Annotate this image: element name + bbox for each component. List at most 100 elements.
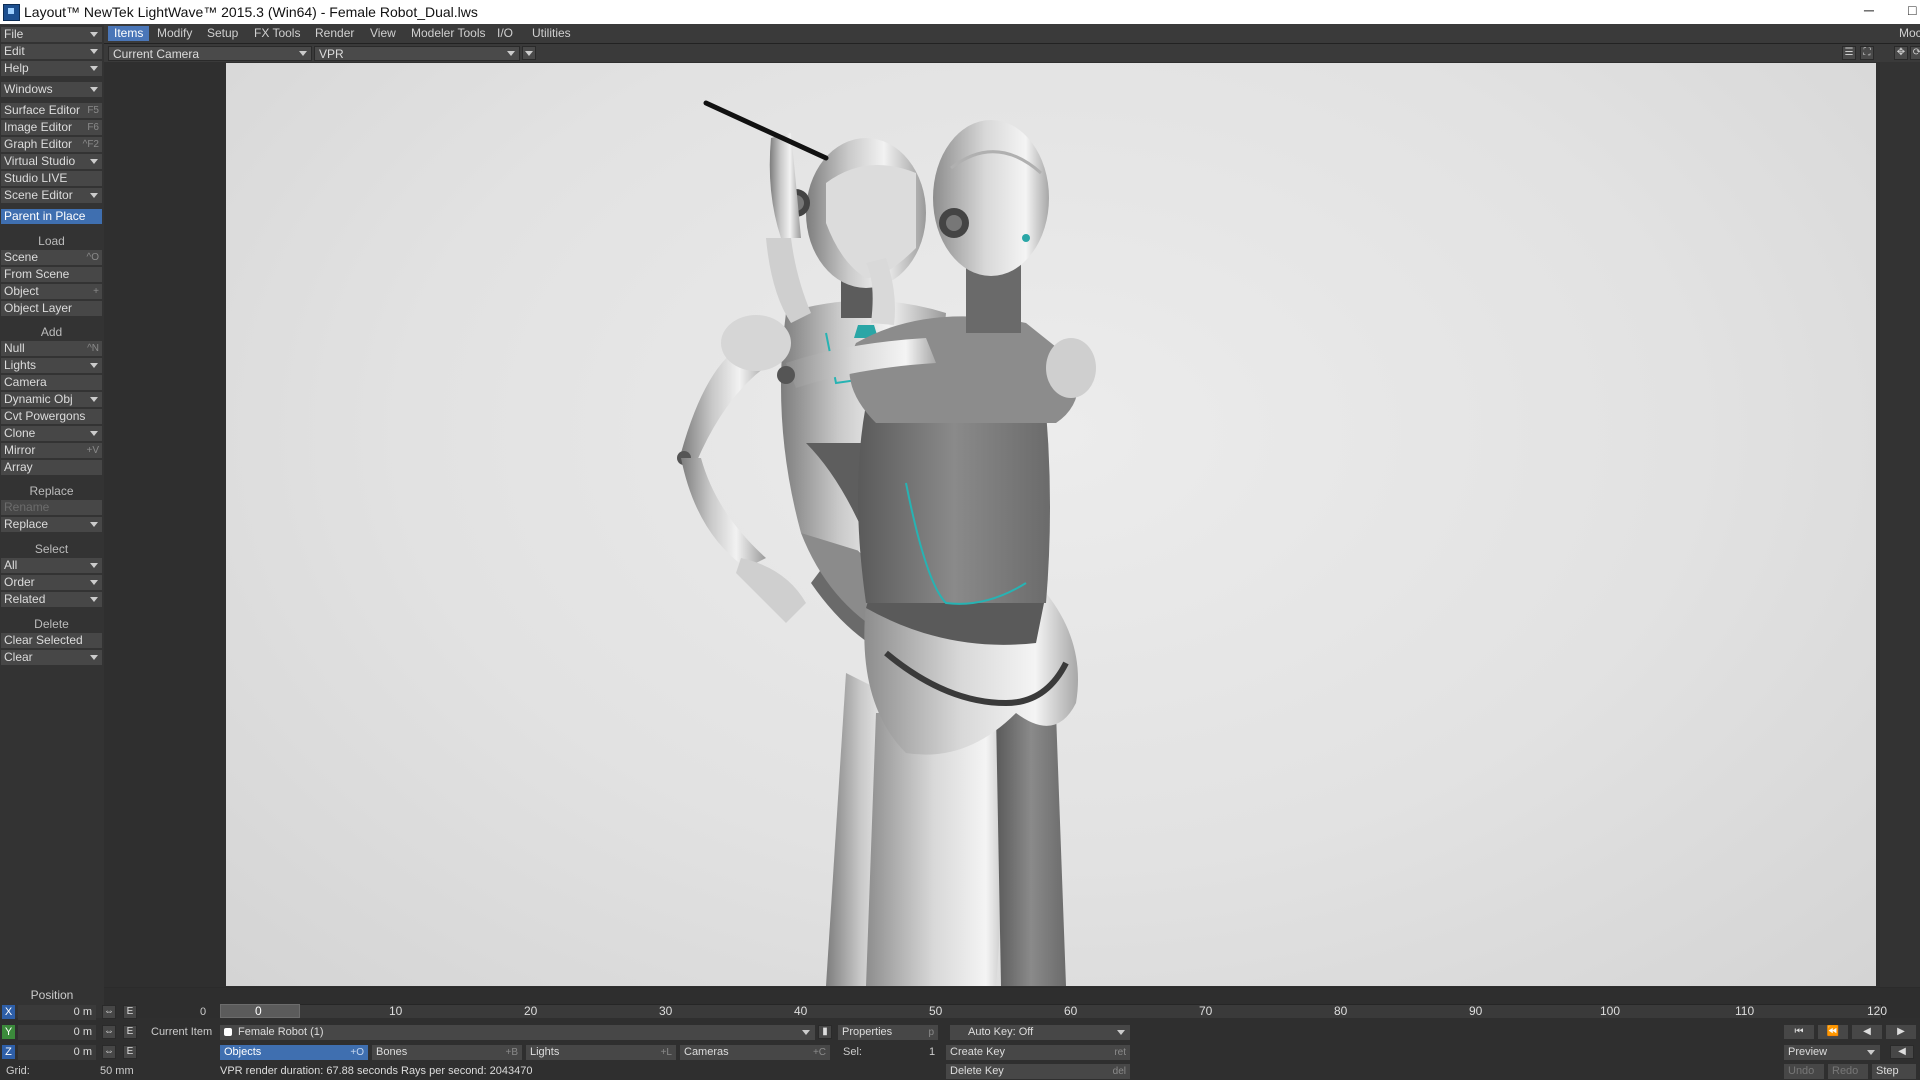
clear-selected-button[interactable]: Clear Selected (1, 633, 102, 648)
add-dynamic-obj-menu[interactable]: Dynamic Obj (1, 392, 102, 407)
scene-editor-menu[interactable]: Scene Editor (1, 188, 102, 203)
parent-in-place-toggle[interactable]: Parent in Place (1, 209, 102, 224)
virtual-studio-label: Virtual Studio (4, 154, 76, 168)
tab-items[interactable]: Items (108, 26, 150, 41)
rename-button[interactable]: Rename (1, 500, 102, 515)
rotate-view-icon[interactable]: ⟳ (1910, 46, 1920, 60)
undo-button[interactable]: Undo (1784, 1064, 1824, 1079)
cameras-mode-button[interactable]: Cameras +C (680, 1045, 830, 1060)
select-order-menu[interactable]: Order (1, 575, 102, 590)
x-axis-label: X (2, 1005, 15, 1019)
surface-editor-button[interactable]: Surface Editor F5 (1, 103, 102, 118)
bones-mode-button[interactable]: Bones +B (372, 1045, 522, 1060)
maximize-viewport-icon[interactable]: ⛶ (1860, 46, 1874, 60)
x-move-icon[interactable]: ⇔ (102, 1005, 116, 1019)
clone-menu[interactable]: Clone (1, 426, 102, 441)
select-all-menu[interactable]: All (1, 558, 102, 573)
clear-label: Clear (4, 650, 33, 664)
go-to-start-icon[interactable]: ⏮ (1784, 1025, 1814, 1039)
z-move-icon[interactable]: ⇔ (102, 1045, 116, 1059)
tab-modeler-switch[interactable]: Moc (1893, 26, 1920, 41)
render-mode-select[interactable]: VPR (314, 46, 520, 61)
create-key-button[interactable]: Create Key ret (946, 1045, 1130, 1060)
x-position-field[interactable]: 0 m (18, 1005, 96, 1020)
delete-key-label: Delete Key (950, 1065, 1004, 1077)
tab-fx-tools[interactable]: FX Tools (248, 26, 306, 41)
create-key-label: Create Key (950, 1046, 1006, 1058)
minimize-button[interactable]: ─ (1864, 2, 1874, 18)
help-menu[interactable]: Help (1, 61, 102, 76)
select-related-menu[interactable]: Related (1, 592, 102, 607)
y-position-field[interactable]: 0 m (18, 1025, 96, 1040)
redo-button[interactable]: Redo (1828, 1064, 1868, 1079)
tab-modeler-tools[interactable]: Modeler Tools (405, 26, 491, 41)
image-editor-button[interactable]: Image Editor F6 (1, 120, 102, 135)
load-object-layer-button[interactable]: Object Layer (1, 301, 102, 316)
related-label: Related (4, 592, 46, 606)
render-viewport[interactable] (226, 63, 1876, 986)
clear-menu[interactable]: Clear (1, 650, 102, 665)
properties-button[interactable]: Properties p (838, 1025, 938, 1040)
chevron-down-icon (90, 87, 98, 92)
maximize-button[interactable]: □ (1908, 2, 1916, 18)
replace-menu[interactable]: Replace (1, 517, 102, 532)
tab-setup[interactable]: Setup (201, 26, 244, 41)
preview-menu[interactable]: Preview (1784, 1045, 1880, 1060)
array-label: Array (4, 460, 33, 474)
array-button[interactable]: Array (1, 460, 102, 475)
objects-mode-button[interactable]: Objects +O (220, 1045, 368, 1060)
studio-live-button[interactable]: Studio LIVE (1, 171, 102, 186)
cvt-powergons-label: Cvt Powergons (4, 409, 86, 423)
play-forward-icon[interactable]: ▶ (1886, 1025, 1916, 1039)
replace-label: Replace (4, 517, 49, 531)
tick-label: 120 (1867, 1004, 1888, 1018)
chevron-down-icon (1117, 1030, 1125, 1035)
tab-utilities[interactable]: Utilities (526, 26, 577, 41)
x-envelope-button[interactable]: E (123, 1005, 137, 1019)
load-from-scene-button[interactable]: From Scene (1, 267, 102, 282)
play-reverse-icon[interactable]: ◀ (1852, 1025, 1882, 1039)
tick-label: 40 (794, 1004, 808, 1018)
load-scene-button[interactable]: Scene ^O (1, 250, 102, 265)
move-view-icon[interactable]: ✥ (1894, 46, 1908, 60)
chevron-down-icon (90, 49, 98, 54)
parent-in-place-label: Parent in Place (4, 209, 86, 223)
list-view-icon[interactable]: ☰ (1842, 46, 1856, 60)
grid-size-value[interactable]: 50 mm (100, 1064, 134, 1079)
add-camera-button[interactable]: Camera (1, 375, 102, 390)
windows-menu[interactable]: Windows (1, 82, 102, 97)
tab-modify[interactable]: Modify (151, 26, 198, 41)
add-lights-menu[interactable]: Lights (1, 358, 102, 373)
chevron-down-icon (90, 193, 98, 198)
y-move-icon[interactable]: ⇔ (102, 1025, 116, 1039)
auto-key-select[interactable]: Auto Key: Off (950, 1025, 1130, 1040)
tab-render[interactable]: Render (309, 26, 360, 41)
file-menu[interactable]: File (1, 27, 102, 42)
edit-menu[interactable]: Edit (1, 44, 102, 59)
item-properties-icon[interactable]: ▮ (818, 1025, 832, 1039)
shortcut-label: +B (505, 1047, 518, 1058)
step-back-icon[interactable]: ⏪ (1818, 1025, 1848, 1039)
lights-mode-button[interactable]: Lights +L (526, 1045, 676, 1060)
graph-editor-button[interactable]: Graph Editor ^F2 (1, 137, 102, 152)
mirror-button[interactable]: Mirror +V (1, 443, 102, 458)
tab-io[interactable]: I/O (491, 26, 519, 41)
object-label: Object (4, 284, 39, 298)
z-position-field[interactable]: 0 m (18, 1045, 96, 1060)
tab-view[interactable]: View (364, 26, 402, 41)
current-item-select[interactable]: Female Robot (1) (220, 1025, 815, 1040)
z-envelope-button[interactable]: E (123, 1045, 137, 1059)
step-button[interactable]: Step (1872, 1064, 1916, 1079)
y-envelope-button[interactable]: E (123, 1025, 137, 1039)
mirror-label: Mirror (4, 443, 36, 457)
virtual-studio-menu[interactable]: Virtual Studio (1, 154, 102, 169)
playback-options-icon[interactable]: ◀ (1890, 1045, 1914, 1059)
load-object-button[interactable]: Object + (1, 284, 102, 299)
window-title: Layout™ NewTek LightWave™ 2015.3 (Win64)… (24, 4, 478, 20)
add-null-button[interactable]: Null ^N (1, 341, 102, 356)
cvt-powergons-button[interactable]: Cvt Powergons (1, 409, 102, 424)
camera-view-select[interactable]: Current Camera (108, 46, 312, 61)
from-scene-label: From Scene (4, 267, 70, 281)
viewport-options-button[interactable] (522, 46, 536, 60)
delete-key-button[interactable]: Delete Key del (946, 1064, 1130, 1079)
